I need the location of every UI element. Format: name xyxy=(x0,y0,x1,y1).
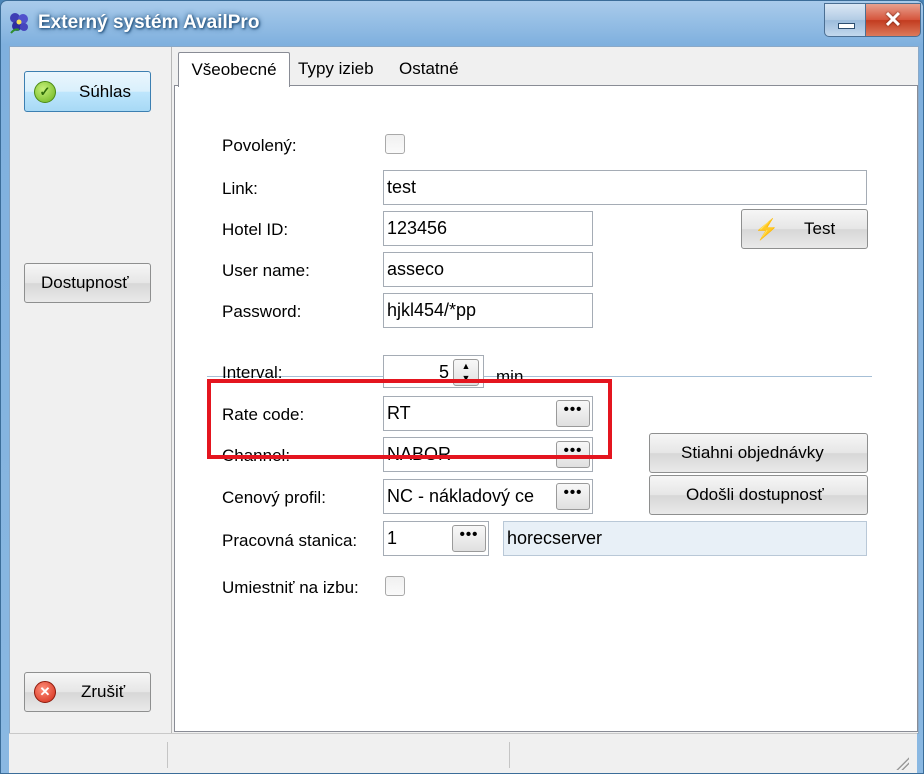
enabled-label: Povolený: xyxy=(222,136,297,155)
minimize-icon xyxy=(838,23,855,29)
status-bar xyxy=(9,733,917,773)
send-availability-label: Odošli dostupnosť xyxy=(686,485,824,504)
password-input[interactable]: hjkl454/*pp xyxy=(383,293,593,328)
user-name-label: User name: xyxy=(222,261,310,280)
price-profile-label: Cenový profil: xyxy=(222,488,326,507)
price-profile-input[interactable]: NC - nákladový ce ••• xyxy=(383,479,593,514)
link-label: Link: xyxy=(222,179,258,198)
send-availability-button[interactable]: Odošli dostupnosť xyxy=(649,475,868,515)
app-flower-icon xyxy=(10,13,28,34)
title-bar[interactable]: Externý systém AvailPro ✕ xyxy=(1,1,923,45)
highlight-box xyxy=(207,379,612,459)
agree-button-label: Súhlas xyxy=(79,81,131,101)
user-name-input[interactable]: asseco xyxy=(383,252,593,287)
place-on-room-checkbox[interactable] xyxy=(385,576,405,596)
resize-grip-icon[interactable] xyxy=(895,756,909,770)
link-input[interactable]: test xyxy=(383,170,867,205)
status-divider xyxy=(167,742,168,768)
hotel-id-label: Hotel ID: xyxy=(222,220,289,239)
window-title: Externý systém AvailPro xyxy=(38,12,260,33)
download-orders-button[interactable]: Stiahni objednávky xyxy=(649,433,868,473)
download-orders-label: Stiahni objednávky xyxy=(681,443,824,462)
workstation-label: Pracovná stanica: xyxy=(222,531,358,550)
close-button[interactable]: ✕ xyxy=(865,3,921,37)
workstation-browse-button[interactable]: ••• xyxy=(452,525,486,552)
tab-general[interactable]: Všeobecné xyxy=(178,52,290,87)
workstation-value: 1 xyxy=(387,528,398,548)
dialog-window: Externý systém AvailPro ✕ ✓ Súhlas Dostu… xyxy=(0,0,924,774)
left-button-panel: ✓ Súhlas Dostupnosť ✕ Zrušiť xyxy=(10,47,172,733)
cancel-x-icon: ✕ xyxy=(34,681,56,703)
availability-button[interactable]: Dostupnosť xyxy=(24,263,151,303)
workstation-input[interactable]: 1 ••• xyxy=(383,521,489,556)
price-profile-value: NC - nákladový ce xyxy=(387,486,535,506)
test-button[interactable]: ⚡ Test xyxy=(741,209,868,249)
cancel-button-label: Zrušiť xyxy=(81,682,126,701)
status-divider xyxy=(509,742,510,768)
lightning-icon: ⚡ xyxy=(754,219,779,241)
place-on-room-label: Umiestniť na izbu: xyxy=(222,578,359,597)
enabled-checkbox[interactable] xyxy=(385,134,405,154)
price-profile-browse-button[interactable]: ••• xyxy=(556,483,590,510)
test-button-label: Test xyxy=(804,219,836,238)
agree-button[interactable]: ✓ Súhlas xyxy=(24,71,151,112)
check-icon: ✓ xyxy=(34,80,56,103)
availability-button-label: Dostupnosť xyxy=(41,273,129,292)
cancel-button[interactable]: ✕ Zrušiť xyxy=(24,672,151,712)
section-separator xyxy=(207,376,872,377)
password-label: Password: xyxy=(222,302,302,321)
close-icon: ✕ xyxy=(883,7,903,32)
minimize-button[interactable] xyxy=(824,3,866,37)
tab-room-types[interactable]: Typy izieb xyxy=(298,52,374,85)
workstation-name-field: horecserver xyxy=(503,521,867,556)
tab-other[interactable]: Ostatné xyxy=(399,52,459,85)
hotel-id-input[interactable]: 123456 xyxy=(383,211,593,246)
